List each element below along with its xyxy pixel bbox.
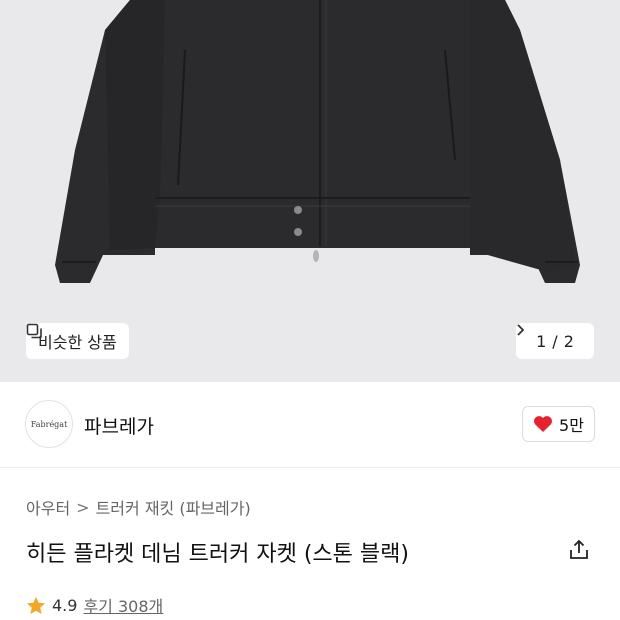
pager-current: 1	[536, 331, 547, 351]
breadcrumb-item-outer[interactable]: 아우터	[26, 495, 70, 519]
breadcrumb: 아우터 > 트러커 재킷 (파브레가)	[26, 495, 251, 519]
brand-logo[interactable]: Fabrégat	[25, 400, 73, 448]
breadcrumb-item-trucker[interactable]: 트러커 재킷 (파브레가)	[96, 495, 251, 519]
star-icon	[27, 596, 45, 614]
share-icon[interactable]	[567, 538, 591, 562]
similar-products-label: 비슷한 상품	[38, 333, 117, 352]
like-button[interactable]: 5만	[522, 406, 595, 442]
pager-total: 2	[563, 331, 574, 351]
heart-icon	[534, 416, 552, 432]
breadcrumb-separator: >	[76, 497, 90, 517]
product-title: 히든 플라켓 데님 트러커 자켓 (스톤 블랙)	[26, 542, 409, 567]
brand-name[interactable]: 파브레가	[84, 412, 154, 439]
brand-row[interactable]: Fabrégat 파브레가 5만	[0, 382, 620, 468]
like-count: 5만	[559, 416, 584, 435]
review-count-link[interactable]: 후기 308개	[83, 593, 163, 617]
product-image-area[interactable]: 비슷한 상품 1 / 2	[0, 0, 620, 382]
rating-value: 4.9	[52, 595, 78, 615]
image-pager[interactable]: 1 / 2	[516, 323, 594, 359]
similar-products-button[interactable]: 비슷한 상품	[26, 323, 129, 359]
pager-separator: /	[552, 331, 558, 351]
brand-logo-text: Fabrégat	[30, 419, 68, 429]
copy-icon	[26, 323, 42, 339]
chevron-right-icon[interactable]	[516, 323, 525, 337]
rating-row: 4.9 후기 308개	[26, 593, 163, 617]
